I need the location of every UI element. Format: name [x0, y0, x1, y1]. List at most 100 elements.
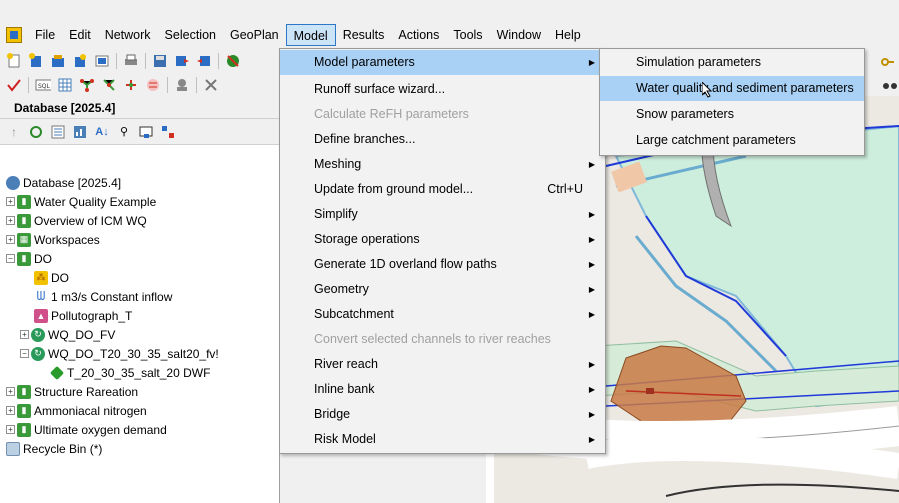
menu-results[interactable]: Results: [336, 24, 392, 46]
tree-item-run-fv[interactable]: + ↻ WQ_DO_FV: [20, 325, 115, 344]
validate-icon[interactable]: [225, 53, 241, 69]
menu-item-storage-operations[interactable]: Storage operations ▶: [280, 227, 605, 252]
menu-edit[interactable]: Edit: [62, 24, 98, 46]
menu-item-update-from-ground-model[interactable]: Update from ground model... Ctrl+U: [280, 177, 605, 202]
submenu-item-snow-parameters[interactable]: Snow parameters: [600, 102, 864, 127]
up-arrow-icon[interactable]: ↑: [6, 124, 22, 140]
tree-item-structure-rareation[interactable]: + ▮ Structure Rareation: [6, 382, 138, 401]
menu-item-river-reach[interactable]: River reach ▶: [280, 352, 605, 377]
tree-item-ultimate-oxygen-demand[interactable]: + ▮ Ultimate oxygen demand: [6, 420, 167, 439]
save-icon[interactable]: [152, 53, 168, 69]
simulation-icon: [49, 365, 65, 380]
tree-item-overview[interactable]: + ▮ Overview of ICM WQ: [6, 211, 147, 230]
network-check-icon[interactable]: [145, 77, 161, 93]
trace-icon[interactable]: [123, 77, 139, 93]
list-view-icon[interactable]: [50, 124, 66, 140]
model-group-icon: ▮: [17, 213, 31, 228]
menu-geoplan[interactable]: GeoPlan: [223, 24, 286, 46]
menu-item-define-branches[interactable]: Define branches...: [280, 127, 605, 152]
tree-icon[interactable]: [160, 124, 176, 140]
app-icon[interactable]: [6, 27, 22, 43]
menu-network[interactable]: Network: [98, 24, 158, 46]
submenu-item-large-catchment[interactable]: Large catchment parameters: [600, 128, 864, 153]
tree-item-do-group[interactable]: − ▮ DO: [6, 249, 52, 268]
tree-item-inflow[interactable]: ᗯ 1 m3/s Constant inflow: [34, 287, 173, 306]
expand-icon[interactable]: +: [6, 387, 15, 396]
node-link-icon[interactable]: [79, 77, 95, 93]
inflow-icon: ᗯ: [36, 289, 46, 303]
tree-item-run-salt20[interactable]: − ↻ WQ_DO_T20_30_35_salt20_fv!: [20, 344, 219, 363]
toolbar-separator: [28, 77, 29, 93]
menu-item-subcatchment[interactable]: Subcatchment ▶: [280, 302, 605, 327]
revert-icon[interactable]: [196, 53, 212, 69]
menu-file[interactable]: File: [28, 24, 62, 46]
model-group-icon: ▮: [17, 403, 31, 418]
grid-icon[interactable]: [57, 77, 73, 93]
tree-item-workspaces[interactable]: + ▦ Workspaces: [6, 230, 100, 249]
binoculars-icon[interactable]: [882, 76, 898, 92]
properties-icon[interactable]: [72, 53, 88, 69]
close-icon[interactable]: [203, 77, 219, 93]
tree-item-do-network[interactable]: ⁂ DO: [34, 268, 69, 287]
commit-icon[interactable]: [174, 53, 190, 69]
tree-item-ammoniacal-nitrogen[interactable]: + ▮ Ammoniacal nitrogen: [6, 401, 147, 420]
model-group-icon: ▮: [17, 194, 31, 209]
menu-item-label: Bridge: [314, 407, 351, 421]
sort-icon[interactable]: A↓: [94, 124, 110, 140]
collapse-icon[interactable]: −: [20, 349, 29, 358]
menu-help[interactable]: Help: [548, 24, 588, 46]
new-object-icon[interactable]: [28, 53, 44, 69]
expand-icon[interactable]: +: [6, 235, 15, 244]
expand-icon[interactable]: +: [6, 216, 15, 225]
menu-selection[interactable]: Selection: [158, 24, 223, 46]
tree-item-label: WQ_DO_T20_30_35_salt20_fv!: [48, 346, 219, 361]
tree-item-database[interactable]: Database [2025.4]: [6, 173, 121, 192]
svg-text:SQL: SQL: [38, 83, 51, 90]
menu-item-generate-1d-overland-flow-paths[interactable]: Generate 1D overland flow paths ▶: [280, 252, 605, 277]
tree-item-recycle-bin[interactable]: Recycle Bin (*): [6, 439, 102, 458]
menu-tools[interactable]: Tools: [446, 24, 489, 46]
menu-item-meshing[interactable]: Meshing ▶: [280, 152, 605, 177]
menu-item-label: Model parameters: [314, 55, 415, 69]
submenu-arrow-icon: ▶: [588, 410, 595, 419]
submenu-item-water-quality-sediment[interactable]: Water quality and sediment parameters: [600, 76, 864, 101]
expand-icon[interactable]: +: [6, 425, 15, 434]
submenu-arrow-icon: ▶: [588, 385, 595, 394]
sql-icon[interactable]: SQL: [35, 77, 51, 93]
key-icon[interactable]: [880, 54, 896, 70]
chart-view-icon[interactable]: [72, 124, 88, 140]
collapse-icon[interactable]: −: [6, 254, 15, 263]
expand-icon[interactable]: +: [20, 330, 29, 339]
refresh-icon[interactable]: [94, 53, 110, 69]
submenu-item-simulation-parameters[interactable]: Simulation parameters: [600, 50, 864, 75]
new-icon[interactable]: [6, 53, 22, 69]
menu-item-bridge[interactable]: Bridge ▶: [280, 402, 605, 427]
menu-item-simplify[interactable]: Simplify ▶: [280, 202, 605, 227]
menu-item-label: Storage operations: [314, 232, 420, 246]
menu-item-model-parameters[interactable]: Model parameters ▶: [280, 50, 605, 75]
menu-item-inline-bank[interactable]: Inline bank ▶: [280, 377, 605, 402]
user-icon[interactable]: [174, 77, 190, 93]
tree-item-label: Overview of ICM WQ: [34, 213, 147, 228]
expand-icon[interactable]: +: [6, 406, 15, 415]
binoculars-icon[interactable]: ⚲: [116, 124, 132, 140]
refresh-icon[interactable]: [28, 124, 44, 140]
menu-item-label: Simulation parameters: [636, 55, 762, 69]
menu-window[interactable]: Window: [490, 24, 548, 46]
print-icon[interactable]: [123, 53, 139, 69]
menu-item-geometry[interactable]: Geometry ▶: [280, 277, 605, 302]
tree-item-simulation[interactable]: T_20_30_35_salt_20 DWF: [49, 363, 210, 382]
tree-item-pollutograph[interactable]: ▲ Pollutograph_T: [34, 306, 132, 325]
expand-icon[interactable]: +: [6, 197, 15, 206]
toolbar-separator: [145, 53, 146, 69]
menu-model[interactable]: Model: [285, 24, 336, 46]
menu-actions[interactable]: Actions: [391, 24, 446, 46]
branch-icon[interactable]: [101, 77, 117, 93]
checkmark-icon[interactable]: [6, 77, 22, 93]
select-icon[interactable]: [138, 124, 154, 140]
menu-item-runoff-surface-wizard[interactable]: Runoff surface wizard...: [280, 77, 605, 102]
tree-item-water-quality-example[interactable]: + ▮ Water Quality Example: [6, 192, 156, 211]
menu-item-risk-model[interactable]: Risk Model ▶: [280, 427, 605, 452]
submenu-arrow-icon: ▶: [588, 310, 595, 319]
open-icon[interactable]: [50, 53, 66, 69]
